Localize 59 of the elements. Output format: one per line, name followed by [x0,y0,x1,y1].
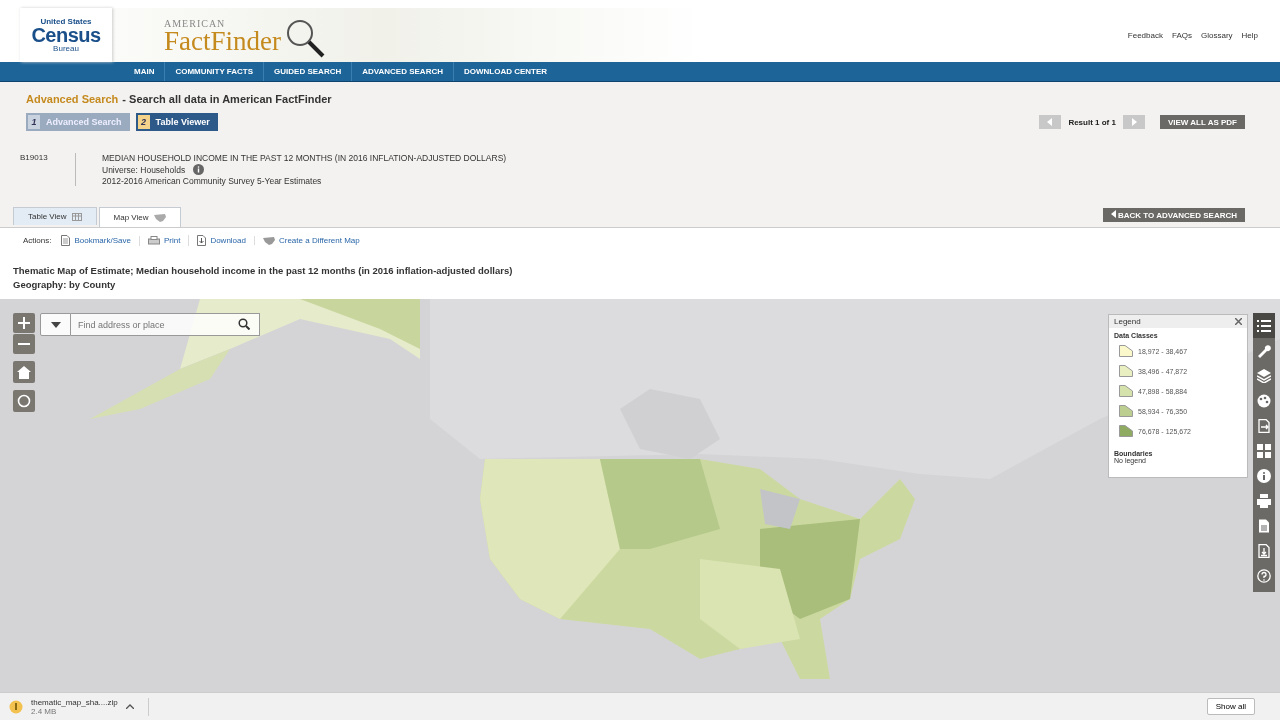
nav-item[interactable]: COMMUNITY FACTS [165,62,265,81]
census-logo[interactable]: United States Census Bureau [20,8,112,62]
action-link[interactable]: Download [188,235,254,246]
header-link[interactable]: Glossary [1201,30,1233,40]
universe-text: Universe: Households [102,164,186,175]
bookmark-icon [61,235,71,246]
show-all-button[interactable]: Show all [1206,698,1255,715]
page-subtitle: - Search all data in American FactFinder [122,93,332,105]
table-icon [71,212,82,221]
download-file-name[interactable]: thematic_map_sha....zip [31,697,118,707]
header-link[interactable]: Help [1241,30,1258,40]
view-pdf-button[interactable]: VIEW ALL AS PDF [1159,115,1245,129]
view-tab[interactable]: Map View [98,207,181,227]
nav-item[interactable]: ADVANCED SEARCH [352,62,454,81]
chevron-up-icon[interactable] [125,704,134,709]
action-link[interactable]: Print [138,235,189,246]
page-section-title: Advanced Search [26,93,119,105]
view-tab[interactable]: Table View [13,207,97,225]
step-tab[interactable]: 2 Table Viewer [135,113,218,131]
header-link[interactable]: Feedback [1127,30,1163,40]
result-count: Result 1 of 1 [1068,117,1116,127]
file-size: 2.4 MB [31,706,57,716]
table-title: MEDIAN HOUSEHOLD INCOME IN THE PAST 12 MONTHS (IN 2016 INFLATION-ADJUSTED DOLLARS) [102,153,507,163]
search-field[interactable]: Find address or place [71,313,260,336]
table-id: B19013 [20,153,49,164]
home-icon [17,365,31,379]
action-link[interactable]: Bookmark/Save [61,235,139,246]
list-icon[interactable] [1253,313,1275,338]
plus-icon [18,317,30,329]
map-title: Thematic Map of Estimate; Median household income in the past 12 months (in 2016 inflation-adjusted dollars) [13,265,514,276]
magnifier-icon [285,18,325,58]
step-tab[interactable]: 1 Advanced Search [26,113,130,131]
zoom-in-button[interactable] [13,313,35,333]
header-link[interactable]: FAQs [1171,30,1192,40]
home-button[interactable] [13,361,35,383]
search-icon[interactable] [238,318,250,330]
map-geography: Geography: by County [13,279,117,290]
close-icon[interactable] [1235,318,1242,325]
download-icon [197,235,207,246]
legend-title: Legend [1114,317,1141,326]
nav-item[interactable]: GUIDED SEARCH [264,62,353,81]
brand-name: FactFinder [164,28,281,53]
brand-subtitle: AMERICAN [164,17,227,29]
info-icon[interactable] [193,164,205,175]
right-arrow-icon [1130,118,1137,126]
locate-button[interactable] [13,390,35,412]
nav-item[interactable]: DOWNLOAD CENTER [453,62,558,81]
actions-label: Actions: [23,236,52,245]
action-link[interactable]: Create a Different Map [253,236,368,245]
circle-icon [17,394,31,408]
survey-text: 2012-2016 American Community Survey 5-Year Estimates [102,176,323,186]
nav-item[interactable]: MAIN [124,62,166,81]
dropdown-button[interactable] [40,313,71,336]
caret-icon [50,321,61,328]
back-button[interactable]: BACK TO ADVANCED SEARCH [1102,208,1245,222]
left-arrow-icon [1047,118,1054,126]
left-arrow-icon [1110,210,1116,218]
zoom-out-button[interactable] [13,334,35,354]
print-icon [147,235,160,246]
